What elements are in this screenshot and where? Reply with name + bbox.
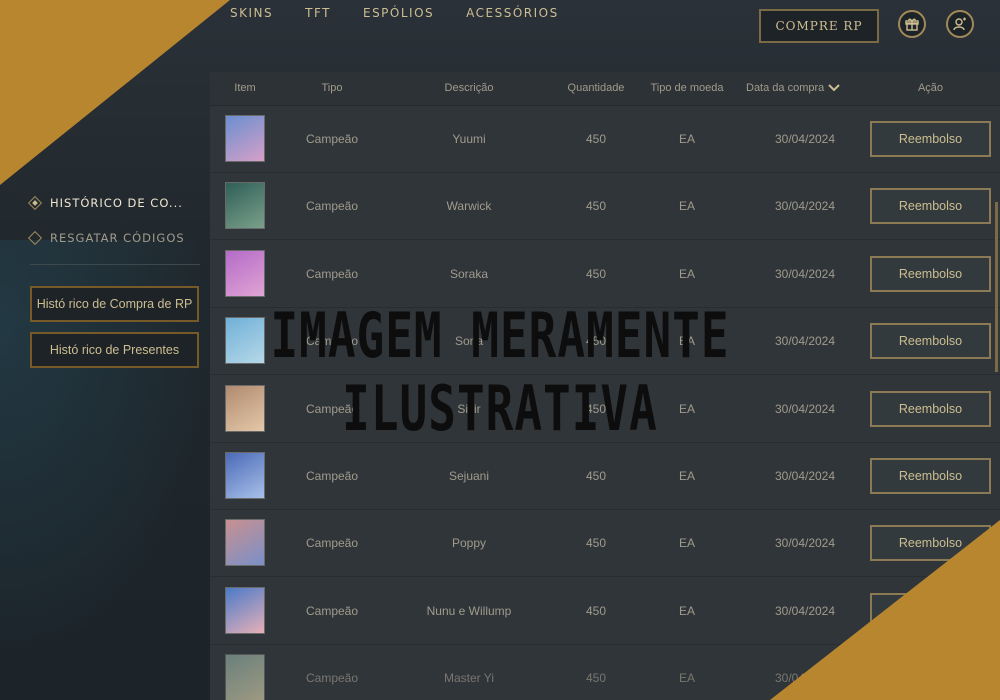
sidebar-item-redeem-codes[interactable]: RESGATAR CÓDIGOS [27, 230, 185, 246]
cell-date: 30/04/2024 [774, 469, 836, 483]
cell-quantity: 450 [585, 469, 607, 483]
refund-button[interactable]: Reembolso [870, 121, 991, 157]
cell-type: Campeão [305, 199, 359, 214]
table-row: Campeão Soraka 450 EA 30/04/2024 Reembol… [210, 240, 1000, 308]
gold-corner-top-left [0, 0, 230, 185]
champion-thumbnail [225, 182, 265, 230]
header-quantity: Quantidade [567, 82, 625, 94]
sidebar-divider [30, 264, 200, 265]
nav-accessories[interactable]: ACESSÓRIOS [466, 6, 559, 20]
gift-icon [905, 18, 919, 31]
table-row: Campeão Yuumi 450 EA 30/04/2024 Reembols… [210, 106, 1000, 173]
cell-quantity: 450 [585, 132, 607, 146]
cell-description: Soraka [449, 266, 489, 281]
nav-tft[interactable]: TFT [305, 6, 331, 20]
refund-button[interactable]: Reembolso [870, 188, 991, 225]
profile-button[interactable] [946, 10, 974, 38]
header-date-label: Data da compra [746, 82, 825, 94]
sidebar-item-label: HISTÓRICO DE CO... [50, 196, 183, 210]
diamond-icon [27, 195, 43, 211]
cell-date: 30/04/2024 [774, 199, 836, 214]
header-type: Tipo [321, 82, 343, 94]
header-action: Ação [917, 82, 944, 94]
watermark-text: IMAGEM MERAMENTE ILUSTRATIVA [270, 299, 730, 445]
cell-description: Sejuani [448, 469, 490, 483]
cell-currency: EA [678, 603, 695, 618]
table-row: Campeão Warwick 450 EA 30/04/2024 Reembo… [210, 173, 1000, 241]
champion-thumbnail [225, 249, 265, 297]
cell-description: Master Yi [443, 671, 494, 686]
champion-thumbnail [225, 586, 265, 634]
sidebar-item-purchase-history[interactable]: HISTÓRICO DE CO... [27, 195, 183, 211]
cell-description: Warwick [446, 199, 492, 214]
cell-type: Campeão [305, 266, 359, 281]
cell-quantity: 450 [585, 603, 607, 618]
table-row: Campeão Sejuani 450 EA 30/04/2024 Reembo… [210, 443, 1000, 510]
cell-currency: EA [678, 536, 695, 551]
champion-thumbnail [225, 654, 265, 700]
header-description: Descrição [444, 82, 494, 94]
sidebar-item-label: RESGATAR CÓDIGOS [50, 231, 185, 245]
cell-description: Poppy [451, 536, 487, 551]
cell-type: Campeão [305, 671, 359, 686]
cell-quantity: 450 [585, 536, 607, 551]
cell-quantity: 450 [585, 199, 607, 214]
buy-rp-button[interactable]: COMPRE RP [759, 9, 879, 43]
top-nav: SKINS TFT ESPÓLIOS ACESSÓRIOS [230, 6, 559, 20]
champion-thumbnail [225, 519, 265, 567]
cell-currency: EA [678, 132, 695, 146]
diamond-icon [27, 230, 43, 246]
cell-currency: EA [678, 469, 695, 483]
gift-button[interactable] [898, 10, 926, 38]
refund-button[interactable]: Reembolso [870, 458, 991, 494]
cell-quantity: 450 [585, 266, 607, 281]
gold-corner-bottom-right [770, 520, 1000, 700]
cell-description: Nunu e Willump [426, 603, 512, 618]
profile-icon [953, 17, 966, 31]
cell-date: 30/04/2024 [774, 132, 836, 146]
cell-type: Campeão [305, 132, 359, 146]
header-currency: Tipo de moeda [650, 82, 724, 94]
cell-currency: EA [678, 671, 695, 686]
scrollbar-thumb[interactable] [995, 202, 998, 372]
refund-button[interactable]: Reembolso [870, 255, 991, 292]
cell-currency: EA [678, 266, 695, 281]
champion-thumbnail [225, 115, 265, 162]
champion-thumbnail [225, 452, 265, 499]
cell-currency: EA [678, 199, 695, 214]
cell-type: Campeão [305, 603, 359, 618]
cell-type: Campeão [305, 536, 359, 551]
cell-quantity: 450 [585, 671, 607, 686]
chevron-down-icon [828, 84, 840, 92]
cell-type: Campeão [305, 469, 359, 483]
table-header: Item Tipo Descrição Quantidade Tipo de m… [210, 72, 1000, 106]
cell-date: 30/04/2024 [774, 266, 836, 281]
nav-loot[interactable]: ESPÓLIOS [363, 6, 434, 20]
nav-skins[interactable]: SKINS [230, 6, 273, 20]
header-date[interactable]: Data da compra [746, 82, 861, 94]
cell-description: Yuumi [452, 132, 486, 146]
